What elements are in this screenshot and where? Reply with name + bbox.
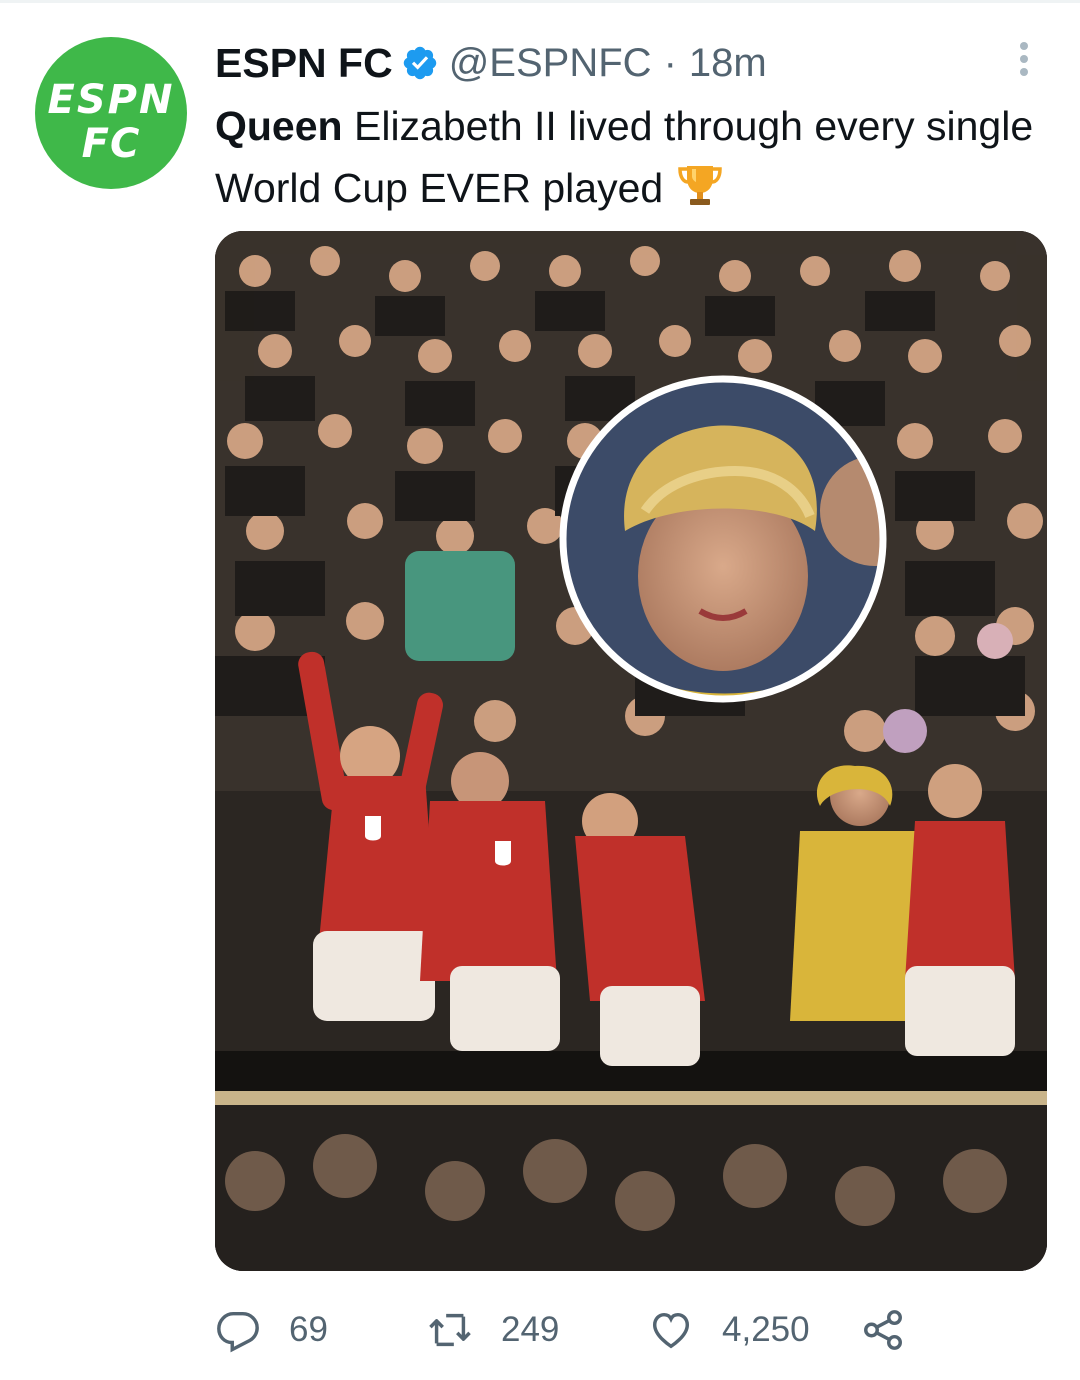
share-icon [864, 1310, 902, 1350]
tweet-text: Queen Elizabeth II lived through every s… [215, 95, 1035, 219]
reply-button[interactable]: 69 [215, 1300, 328, 1360]
tweet-actions: 69 249 4,250 [215, 1300, 1035, 1360]
retweet-count: 249 [501, 1310, 560, 1349]
retweet-button[interactable]: 249 [427, 1300, 559, 1360]
like-button[interactable]: 4,250 [648, 1300, 810, 1360]
trophy-icon [678, 166, 722, 205]
verified-badge-icon [403, 46, 436, 80]
profile-avatar[interactable]: ESPN FC [35, 37, 187, 189]
share-button[interactable] [860, 1300, 906, 1360]
more-options-icon[interactable] [1005, 40, 1043, 78]
tweet-photo[interactable] [215, 231, 1047, 1271]
world-cup-1966-photo [215, 231, 1047, 1271]
author-handle[interactable]: @ESPNFC [449, 41, 652, 86]
heart-icon [652, 1312, 690, 1349]
retweet-icon [429, 1313, 471, 1347]
tweet-header: ESPN FC @ESPNFC · 18m [215, 38, 767, 88]
reply-icon [217, 1311, 259, 1353]
avatar-logo-text-top: ESPN [47, 77, 175, 123]
like-count: 4,250 [722, 1310, 810, 1349]
tweet-timestamp[interactable]: 18m [689, 41, 767, 86]
author-name[interactable]: ESPN FC [215, 40, 393, 87]
separator-dot: · [663, 40, 677, 85]
avatar-logo-text-bottom: FC [81, 121, 141, 167]
reply-count: 69 [289, 1310, 328, 1349]
top-divider [0, 0, 1080, 3]
tweet-text-bold: Queen [215, 103, 343, 149]
